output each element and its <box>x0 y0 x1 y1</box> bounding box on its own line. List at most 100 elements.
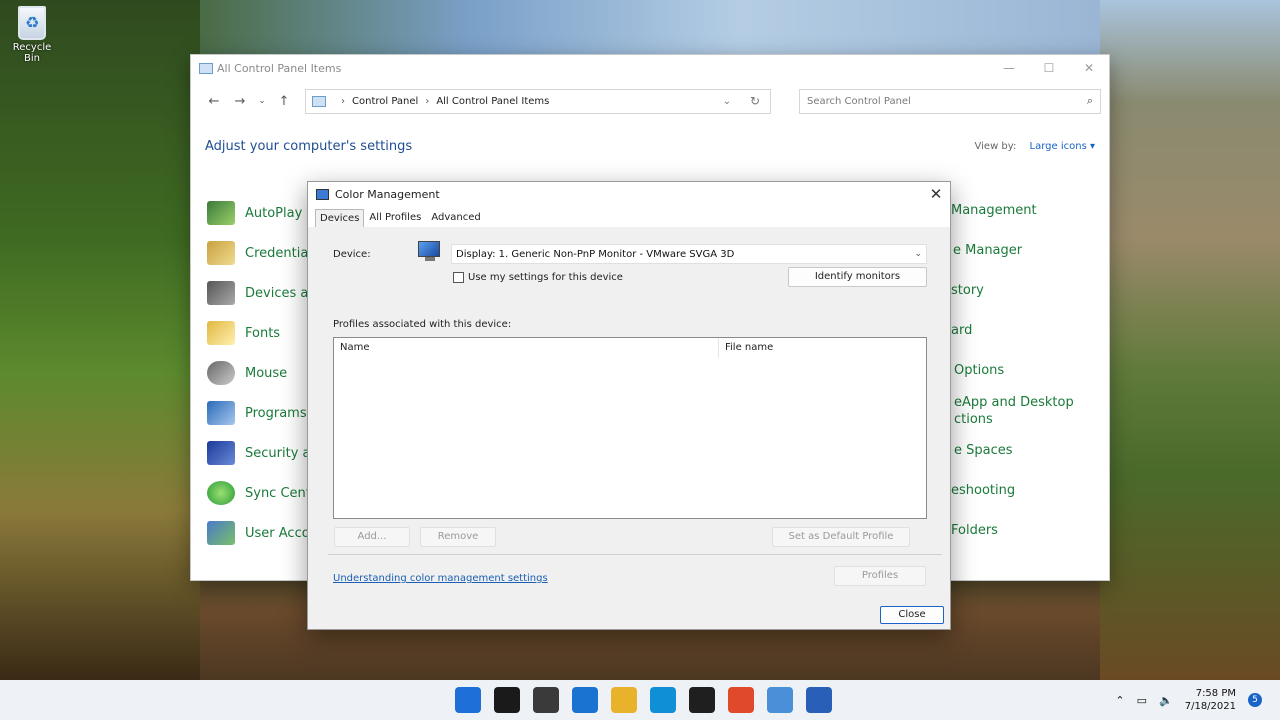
notification-badge[interactable]: 5 <box>1248 693 1262 707</box>
dialog-tabs: Devices All Profiles Advanced <box>308 206 950 227</box>
profiles-button[interactable]: Profiles <box>834 566 926 586</box>
sync-center-icon <box>207 481 235 505</box>
device-select[interactable]: Display: 1. Generic Non-PnP Monitor - VM… <box>451 244 927 264</box>
recent-locations-chevron-icon[interactable]: ⌄ <box>253 96 271 106</box>
color-management-icon <box>316 188 329 200</box>
navigation-bar: ← → ⌄ ↑ › Control Panel › All Control Pa… <box>191 81 1109 121</box>
programs-features-icon <box>207 401 235 425</box>
devices-tab-panel: Device: Display: 1. Generic Non-PnP Moni… <box>308 227 950 627</box>
view-by: View by: Large icons ▾ <box>975 141 1095 152</box>
cp-item-user-accounts[interactable]: User Acco <box>207 521 310 545</box>
checkbox-box[interactable] <box>453 272 464 283</box>
chevron-down-icon: ⌄ <box>914 249 922 259</box>
system-tray: ⌃ ▭ 🔈 7:58 PM 7/18/2021 5 <box>1115 680 1262 720</box>
cp-item-right-2[interactable]: e Manager <box>953 243 1022 259</box>
cp-item-right-6b[interactable]: ctions <box>954 412 993 428</box>
network-icon[interactable]: ▭ <box>1137 694 1147 707</box>
remove-button[interactable]: Remove <box>420 527 496 547</box>
device-label: Device: <box>333 249 371 260</box>
search-icon[interactable] <box>494 687 520 713</box>
cp-item-right-4[interactable]: ard <box>951 323 972 339</box>
cp-item-right-8[interactable]: eshooting <box>951 483 1015 499</box>
chrome-icon[interactable] <box>728 687 754 713</box>
profiles-label: Profiles associated with this device: <box>333 319 512 330</box>
close-button[interactable]: Close <box>880 606 944 624</box>
monitor-icon <box>418 241 442 263</box>
clock-date: 7/18/2021 <box>1184 701 1236 712</box>
cp-item-security[interactable]: Security ar <box>207 441 316 465</box>
file-explorer-icon[interactable] <box>611 687 637 713</box>
search-input[interactable]: Search Control Panel ⌕ <box>799 88 1101 114</box>
tab-devices[interactable]: Devices <box>315 209 365 227</box>
tab-all-profiles[interactable]: All Profiles <box>364 208 426 227</box>
column-file-name[interactable]: File name <box>718 338 910 358</box>
maximize-button[interactable]: ☐ <box>1029 55 1069 81</box>
cp-item-right-5[interactable]: Options <box>954 363 1004 379</box>
clock[interactable]: 7:58 PM 7/18/2021 <box>1185 687 1236 713</box>
widgets-icon[interactable] <box>572 687 598 713</box>
color-management-taskbar-icon[interactable] <box>806 687 832 713</box>
address-dropdown-chevron-icon[interactable]: ⌄ <box>714 96 740 107</box>
view-by-label: View by: <box>974 141 1017 152</box>
taskbar: ⌃ ▭ 🔈 7:58 PM 7/18/2021 5 <box>0 680 1280 720</box>
credential-manager-icon <box>207 241 235 265</box>
identify-monitors-button[interactable]: Identify monitors <box>788 267 927 287</box>
start-icon[interactable] <box>455 687 481 713</box>
wallpaper-sky <box>200 0 1100 60</box>
divider <box>328 554 942 555</box>
cp-item-fonts[interactable]: Fonts <box>207 321 280 345</box>
minimize-button[interactable]: — <box>989 55 1029 81</box>
wallpaper-forest <box>0 0 200 680</box>
set-default-profile-button[interactable]: Set as Default Profile <box>772 527 910 547</box>
forward-arrow-icon[interactable]: → <box>227 94 253 109</box>
add-button[interactable]: Add... <box>334 527 410 547</box>
edge-icon[interactable] <box>650 687 676 713</box>
dialog-title: Color Management <box>335 187 440 201</box>
page-title: Adjust your computer's settings <box>205 139 413 154</box>
user-accounts-icon <box>207 521 235 545</box>
address-bar[interactable]: › Control Panel › All Control Panel Item… <box>305 88 771 114</box>
control-panel-titlebar[interactable]: All Control Panel Items — ☐ ✕ <box>191 55 1109 81</box>
tab-advanced[interactable]: Advanced <box>426 208 485 227</box>
cp-item-autoplay[interactable]: AutoPlay <box>207 201 302 225</box>
device-select-value: Display: 1. Generic Non-PnP Monitor - VM… <box>456 248 735 260</box>
search-placeholder: Search Control Panel <box>807 95 911 107</box>
control-panel-icon <box>199 62 213 74</box>
task-view-icon[interactable] <box>533 687 559 713</box>
search-icon: ⌕ <box>1086 94 1093 107</box>
recycle-bin[interactable]: Recycle Bin <box>4 6 60 64</box>
cp-item-programs[interactable]: Programs <box>207 401 307 425</box>
profiles-table[interactable]: Name File name <box>333 337 927 519</box>
use-my-settings-checkbox[interactable]: Use my settings for this device <box>453 272 623 283</box>
cp-item-right-9[interactable]: Folders <box>951 523 998 539</box>
address-control-panel-icon <box>312 95 326 107</box>
dialog-close-icon[interactable]: ✕ <box>922 185 950 203</box>
window-title: All Control Panel Items <box>217 61 342 75</box>
understanding-color-link[interactable]: Understanding color management settings <box>333 573 548 584</box>
use-my-settings-label: Use my settings for this device <box>468 272 623 283</box>
security-flag-icon <box>207 441 235 465</box>
cp-item-right-1[interactable]: Management <box>951 203 1037 219</box>
column-name[interactable]: Name <box>334 338 718 358</box>
cp-item-credential[interactable]: Credential <box>207 241 312 265</box>
cp-item-mouse[interactable]: Mouse <box>207 361 287 385</box>
control-panel-taskbar-icon[interactable] <box>767 687 793 713</box>
store-icon[interactable] <box>689 687 715 713</box>
volume-icon[interactable]: 🔈 <box>1159 694 1173 707</box>
cp-item-right-3[interactable]: story <box>951 283 984 299</box>
cp-item-right-7[interactable]: e Spaces <box>954 443 1013 459</box>
close-window-button[interactable]: ✕ <box>1069 55 1109 81</box>
cp-item-devices[interactable]: Devices ar <box>207 281 314 305</box>
breadcrumb-control-panel[interactable]: Control Panel <box>352 96 418 107</box>
breadcrumb-all-items[interactable]: All Control Panel Items <box>436 96 549 107</box>
refresh-icon[interactable]: ↻ <box>740 94 770 108</box>
back-arrow-icon[interactable]: ← <box>201 94 227 109</box>
color-management-dialog: Color Management ✕ Devices All Profiles … <box>307 181 951 630</box>
dialog-titlebar[interactable]: Color Management ✕ <box>308 182 950 206</box>
show-hidden-icons-chevron-icon[interactable]: ⌃ <box>1115 694 1124 707</box>
fonts-icon <box>207 321 235 345</box>
up-arrow-icon[interactable]: ↑ <box>271 94 297 109</box>
cp-item-right-6[interactable]: eApp and Desktop <box>954 395 1074 411</box>
view-by-dropdown[interactable]: Large icons ▾ <box>1030 141 1095 152</box>
cp-item-sync[interactable]: Sync Cent <box>207 481 311 505</box>
